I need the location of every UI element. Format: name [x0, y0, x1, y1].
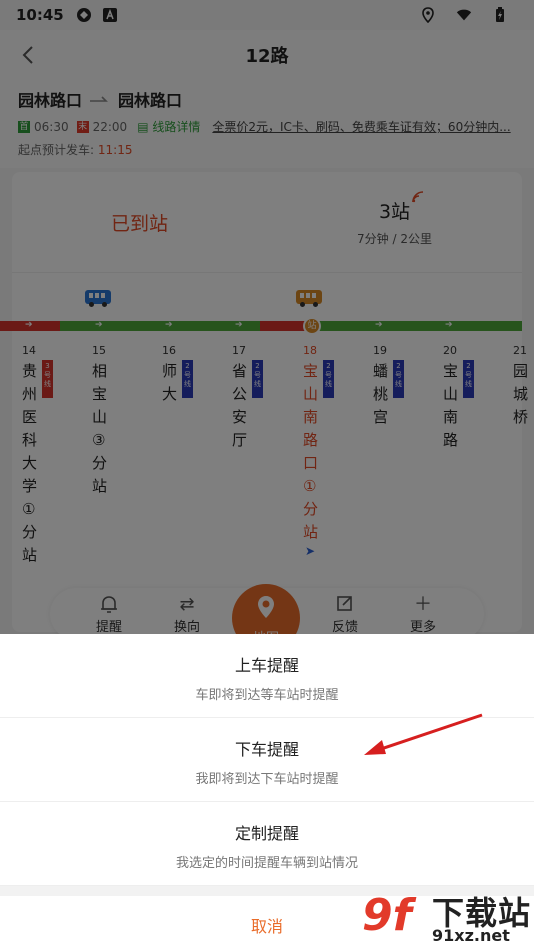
boarding-reminder-option[interactable]: 上车提醒 车即将到达等车站时提醒	[0, 634, 534, 718]
divider	[0, 886, 534, 896]
custom-reminder-option[interactable]: 定制提醒 我选定的时间提醒车辆到站情况	[0, 802, 534, 886]
cancel-button[interactable]: 取消	[0, 896, 534, 950]
alighting-reminder-option[interactable]: 下车提醒 我即将到达下车站时提醒	[0, 718, 534, 802]
reminder-action-sheet: 上车提醒 车即将到达等车站时提醒 下车提醒 我即将到达下车站时提醒 定制提醒 我…	[0, 634, 534, 950]
